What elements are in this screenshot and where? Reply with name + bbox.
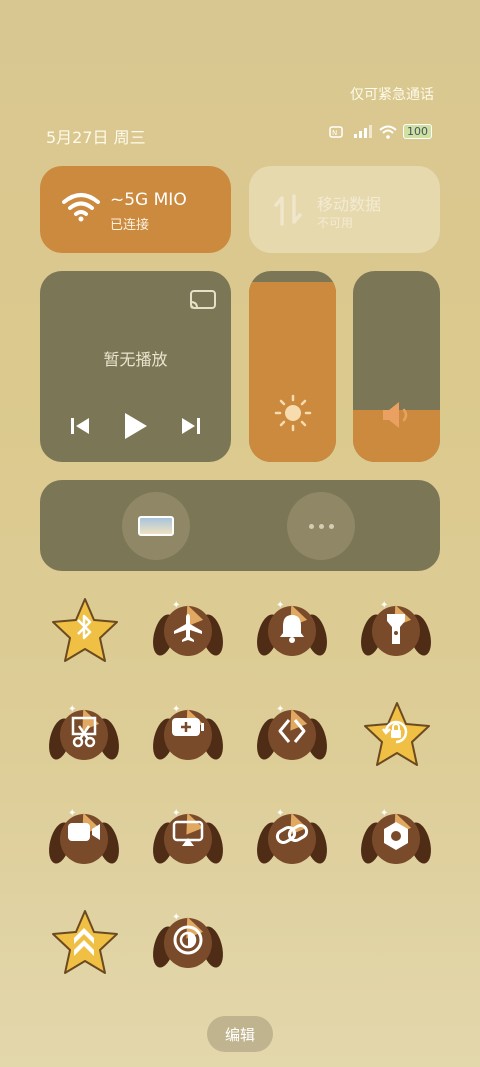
brightness-slider[interactable] xyxy=(249,271,336,462)
more-button[interactable] xyxy=(287,492,355,560)
sun-icon xyxy=(274,394,311,432)
wifi-name: ~5G MIO xyxy=(110,190,187,210)
mobile-data-label: 移动数据 xyxy=(317,195,382,214)
toggle-screen-record[interactable]: ✦ xyxy=(45,800,123,876)
airplane-icon xyxy=(150,612,226,644)
share-icon xyxy=(254,716,330,746)
mobile-data-icon xyxy=(274,194,302,226)
previous-icon[interactable] xyxy=(69,416,91,436)
wifi-tile[interactable]: ~5G MIO 已连接 xyxy=(40,166,231,253)
hexagon-icon xyxy=(358,820,434,852)
battery-plus-icon xyxy=(150,716,226,738)
toggle-cast[interactable]: ✦ xyxy=(149,800,227,876)
mobile-data-status: 不可用 xyxy=(317,216,354,230)
cast-screen-icon xyxy=(150,820,226,848)
cast-icon[interactable] xyxy=(189,289,217,311)
toggle-nfc[interactable]: ✦ xyxy=(357,800,435,876)
shortcuts-tile xyxy=(40,480,440,571)
toggle-nearby-share[interactable]: ✦ xyxy=(253,696,331,772)
bell-icon xyxy=(254,612,330,644)
wifi-status: 已连接 xyxy=(110,218,150,233)
more-dots-icon xyxy=(308,523,334,529)
speaker-icon xyxy=(382,402,407,428)
toggle-dark-mode[interactable]: ✦ xyxy=(149,904,227,980)
flashlight-icon xyxy=(358,612,434,646)
screen-mirror-button[interactable] xyxy=(122,492,190,560)
media-tile[interactable]: 暂无播放 xyxy=(40,271,231,462)
toggle-bluetooth[interactable] xyxy=(46,592,122,668)
edit-button[interactable]: 编辑 xyxy=(207,1016,273,1052)
battery-icon: 100 xyxy=(403,124,432,139)
toggle-hotspot[interactable]: ✦ xyxy=(253,800,331,876)
svg-text:N: N xyxy=(332,129,337,137)
toggle-flashlight[interactable]: ✦ xyxy=(357,592,435,668)
sim-icon: N xyxy=(329,125,343,138)
toggle-airplane[interactable]: ✦ xyxy=(149,592,227,668)
rotation-lock-icon xyxy=(358,716,434,748)
mobile-data-tile[interactable]: 移动数据 不可用 xyxy=(249,166,440,253)
media-status: 暂无播放 xyxy=(103,350,168,369)
bluetooth-icon xyxy=(46,612,122,642)
link-icon xyxy=(254,820,330,848)
toggle-ring[interactable]: ✦ xyxy=(253,592,331,668)
emergency-text: 仅可紧急通话 xyxy=(350,87,434,103)
chevrons-up-icon xyxy=(46,924,122,956)
wifi-status-icon xyxy=(379,125,397,139)
next-icon[interactable] xyxy=(180,416,202,436)
toggle-battery-saver[interactable]: ✦ xyxy=(149,696,227,772)
scissors-icon xyxy=(46,716,122,748)
signal-icon xyxy=(354,124,372,138)
toggle-screenshot[interactable]: ✦ xyxy=(45,696,123,772)
play-icon[interactable] xyxy=(121,411,149,441)
wifi-icon xyxy=(62,193,100,222)
date-text: 5月27日 周三 xyxy=(46,128,146,147)
status-icons: N 100 xyxy=(329,124,432,139)
volume-slider[interactable] xyxy=(353,271,440,462)
video-icon xyxy=(46,820,122,844)
battery-text: 100 xyxy=(407,125,428,138)
toggle-rotation-lock[interactable] xyxy=(358,696,434,772)
toggle-performance[interactable] xyxy=(46,904,122,980)
screen-icon xyxy=(138,516,174,536)
contrast-icon xyxy=(150,924,226,956)
